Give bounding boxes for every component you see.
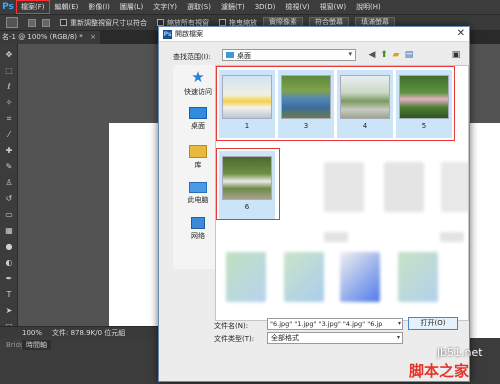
look-in-select[interactable]: 桌面 ▾ — [222, 49, 356, 61]
menu-view[interactable]: 檢視(V) — [280, 0, 314, 14]
photo-thumbnail — [222, 75, 272, 119]
watermark-brand: 脚本之家 — [409, 362, 470, 380]
dodge-tool-icon[interactable]: ◐ — [4, 258, 14, 267]
filetype-label: 文件类型(T): — [214, 335, 255, 343]
chevron-down-icon: ▾ — [396, 334, 400, 341]
blur-tool-icon[interactable]: ● — [4, 242, 14, 251]
menu-edit[interactable]: 編輯(E) — [50, 0, 84, 14]
zoom-out-icon[interactable] — [42, 18, 50, 27]
photo-thumbnail — [399, 75, 449, 119]
menu-help[interactable]: 說明(H) — [351, 0, 386, 14]
move-tool-icon[interactable]: ✥ — [4, 50, 14, 59]
photoshop-icon: Ps — [163, 30, 172, 39]
dialog-titlebar[interactable]: Ps 開啟檔案 ✕ — [159, 27, 469, 42]
gradient-tool-icon[interactable]: ▦ — [4, 226, 14, 235]
history-brush-icon[interactable]: ↺ — [4, 194, 14, 203]
path-selection-icon[interactable]: ➤ — [4, 306, 14, 315]
up-folder-icon[interactable]: ⬆ — [379, 50, 389, 60]
resize-windows-label: 重新調整視窗尺寸以符合 — [70, 18, 147, 27]
clone-stamp-icon[interactable]: ♙ — [4, 178, 14, 187]
brush-tool-icon[interactable]: ✎ — [4, 162, 14, 171]
pen-tool-icon[interactable]: ✒ — [4, 274, 14, 283]
file-name: 5 — [421, 122, 427, 130]
file-name: 3 — [303, 122, 309, 130]
crop-tool-icon[interactable]: ⌗ — [4, 114, 14, 123]
close-icon[interactable]: ✕ — [457, 28, 465, 39]
file-item[interactable]: 1 — [219, 70, 275, 138]
menu-file[interactable]: 檔案(F) — [16, 0, 50, 14]
type-tool-icon[interactable]: T — [4, 290, 14, 299]
photo-thumbnail — [222, 156, 272, 200]
blurred-file-icon — [398, 252, 438, 302]
blurred-file-icon — [324, 232, 348, 242]
eraser-tool-icon[interactable]: ▭ — [4, 210, 14, 219]
view-menu-icon[interactable]: ▤ — [404, 50, 414, 60]
blurred-file-icon — [384, 162, 424, 212]
file-item[interactable]: 4 — [337, 70, 393, 138]
file-name: 6 — [244, 203, 250, 211]
status-bar: 100% 文件: 878.9K/0 位元組 — [0, 326, 160, 338]
blurred-file-icon — [440, 232, 464, 242]
blurred-file-icon — [441, 162, 468, 212]
menu-window[interactable]: 視窗(W) — [315, 0, 351, 14]
menu-3d[interactable]: 3D(D) — [250, 0, 281, 14]
tools-panel: ✥ ⬚ ℓ ✧ ⌗ ⁄ ✚ ✎ ♙ ↺ ▭ ▦ ● ◐ ✒ T ➤ ▢ ✋ — [0, 44, 18, 350]
file-item[interactable]: 3 — [278, 70, 334, 138]
filename-value: "6.jpg" "1.jpg" "3.jpg" "4.jpg" "6.jp — [270, 320, 383, 328]
new-folder-icon[interactable]: ▰ — [391, 50, 401, 60]
photo-thumbnail — [340, 75, 390, 119]
star-icon: ★ — [191, 68, 205, 86]
zoom-tool-icon[interactable] — [6, 17, 18, 28]
lasso-tool-icon[interactable]: ℓ — [4, 82, 14, 91]
filetype-select[interactable]: 全部格式 ▾ — [267, 332, 403, 344]
chevron-down-icon[interactable]: ▾ — [398, 319, 401, 329]
file-item[interactable]: 6 — [219, 151, 275, 219]
ps-menubar: Ps 檔案(F) 編輯(E) 影像(I) 圖層(L) 文字(Y) 選取(S) 濾… — [0, 0, 500, 14]
file-name: 1 — [244, 122, 250, 130]
file-item[interactable]: 5 — [396, 70, 452, 138]
menu-filter[interactable]: 濾鏡(T) — [216, 0, 250, 14]
library-icon — [189, 145, 207, 158]
folder-icon — [226, 52, 234, 58]
file-list[interactable]: 1 3 4 5 6 — [215, 65, 469, 321]
document-tab[interactable]: 名-1 @ 100% (RGB/8) * × — [0, 31, 100, 44]
menu-select[interactable]: 選取(S) — [182, 0, 216, 14]
dialog-title: 開啟檔案 — [175, 30, 203, 38]
blurred-file-icon — [226, 252, 266, 302]
eyedropper-icon[interactable]: ⁄ — [4, 130, 14, 139]
zoom-in-icon[interactable] — [28, 18, 36, 27]
healing-brush-icon[interactable]: ✚ — [4, 146, 14, 155]
menu-type[interactable]: 文字(Y) — [148, 0, 182, 14]
filename-input[interactable]: "6.jpg" "1.jpg" "3.jpg" "4.jpg" "6.jp ▾ — [267, 318, 403, 330]
back-icon[interactable]: ◀ — [367, 50, 377, 60]
look-in-value: 桌面 — [237, 52, 251, 60]
photo-thumbnail — [281, 75, 331, 119]
filename-label: 文件名(N): — [214, 322, 249, 330]
blurred-file-icon — [324, 162, 364, 212]
filetype-value: 全部格式 — [271, 334, 299, 342]
computer-icon — [189, 182, 207, 193]
menu-layer[interactable]: 圖層(L) — [115, 0, 148, 14]
file-name: 4 — [362, 122, 368, 130]
photoshop-logo: Ps — [2, 2, 14, 12]
watermark-site: jb51.net — [437, 346, 483, 359]
magic-wand-icon[interactable]: ✧ — [4, 98, 14, 107]
network-icon — [191, 217, 205, 229]
zoom-all-checkbox[interactable] — [157, 19, 164, 26]
preview-icon[interactable]: ▣ — [451, 50, 461, 60]
open-file-dialog: Ps 開啟檔案 ✕ 查找范围(I): 桌面 ▾ ◀ ⬆ ▰ ▤ ▣ ★ 快速访问… — [158, 26, 470, 382]
chevron-down-icon: ▾ — [348, 50, 352, 58]
timeline-tab[interactable]: 時間軸 — [22, 340, 51, 350]
close-icon[interactable]: × — [90, 31, 96, 44]
scrubby-zoom-checkbox[interactable] — [219, 19, 226, 26]
menu-image[interactable]: 影像(I) — [83, 0, 115, 14]
blurred-file-icon — [284, 252, 324, 302]
blurred-file-icon — [340, 252, 380, 302]
document-tab-label: 名-1 @ 100% (RGB/8) * — [2, 33, 83, 41]
resize-windows-checkbox[interactable] — [60, 19, 67, 26]
marquee-tool-icon[interactable]: ⬚ — [4, 66, 14, 75]
desktop-icon — [189, 107, 207, 119]
open-button[interactable]: 打开(O) — [408, 317, 458, 330]
look-in-label: 查找范围(I): — [173, 53, 211, 61]
